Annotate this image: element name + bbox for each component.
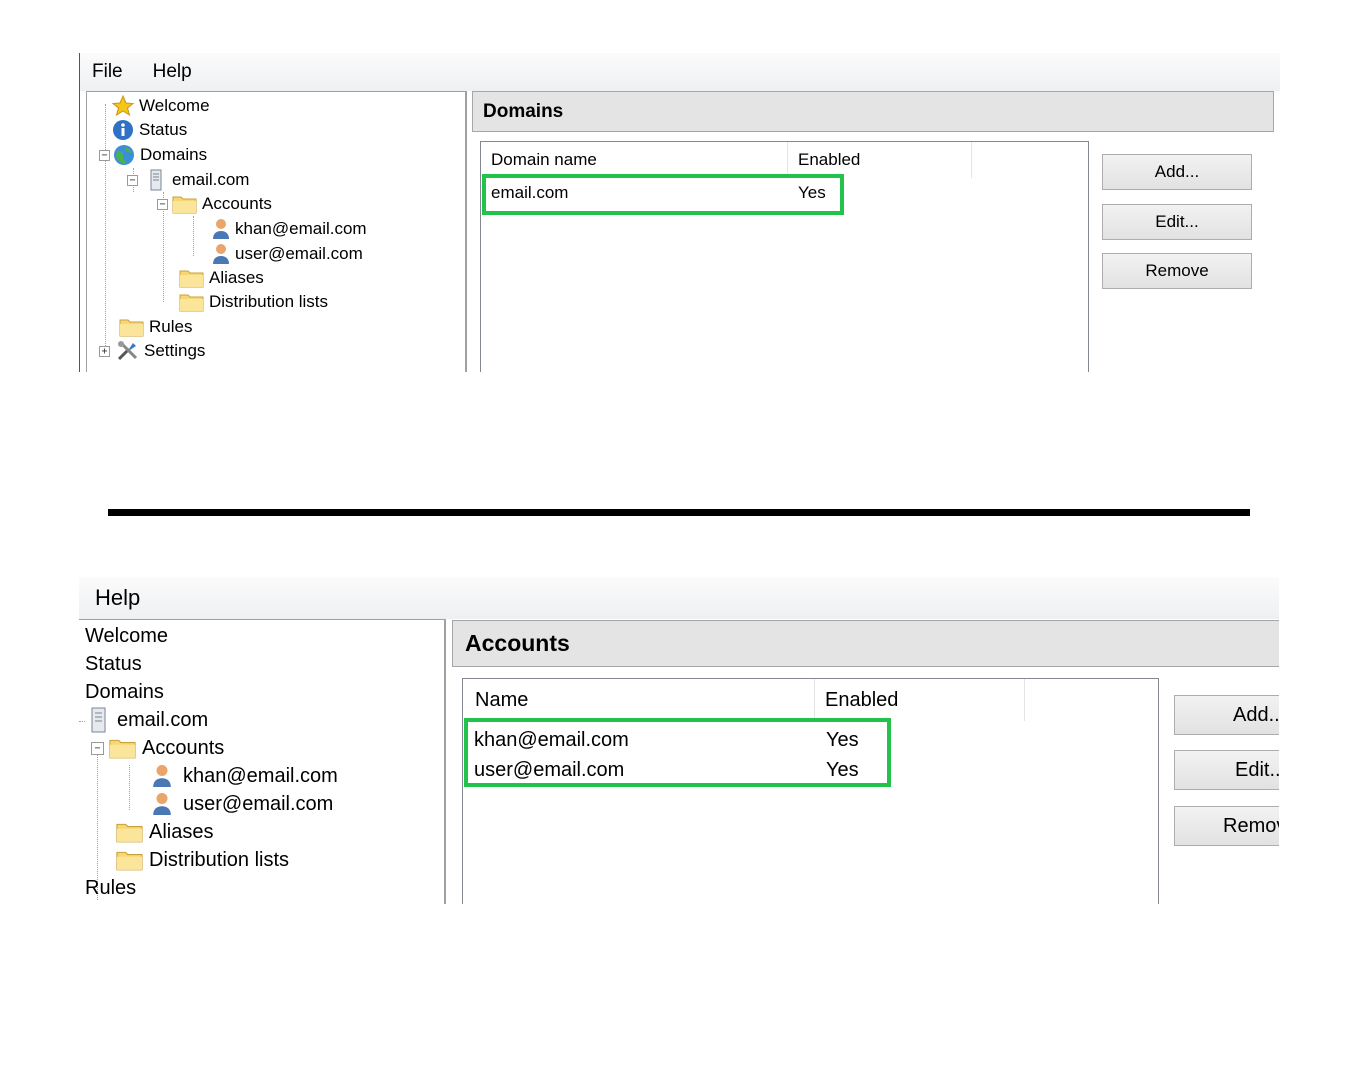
page-title: Accounts: [465, 630, 570, 656]
menu-bar: File Help: [80, 53, 1280, 91]
folder-icon: [116, 823, 143, 843]
navigation-tree: Welcome Status Domains email.com − Accou…: [79, 619, 446, 904]
tree-item-accounts[interactable]: − Accounts: [157, 192, 272, 216]
edit-button[interactable]: Edit...: [1174, 750, 1279, 790]
star-icon: [111, 94, 135, 117]
navigation-tree: Welcome Status − Domains − email.com − A…: [86, 91, 467, 372]
account-name-cell: user@email.com: [474, 758, 625, 781]
folder-icon: [172, 196, 197, 214]
tree-item-status[interactable]: Status: [111, 118, 187, 142]
panel-header: Domains: [472, 91, 1274, 132]
tree-item-cutoff: [127, 364, 147, 372]
folder-icon: [179, 270, 204, 288]
tree-item-email-com[interactable]: − email.com: [127, 168, 249, 192]
user-icon: [153, 765, 171, 787]
tree-item-user[interactable]: user@email.com: [211, 242, 363, 266]
tree-item-email-com[interactable]: email.com: [89, 706, 208, 734]
folder-icon: [119, 319, 144, 337]
server-icon: [150, 169, 162, 191]
user-icon: [213, 244, 229, 264]
enabled-cell: Yes: [826, 758, 859, 781]
domains-list[interactable]: Domain name Enabled email.com Yes: [480, 141, 1089, 372]
column-header-name[interactable]: Name: [463, 679, 815, 721]
server-icon: [91, 707, 106, 733]
expand-icon[interactable]: +: [99, 345, 110, 357]
top-screenshot: File Help Welcome Status − Domains − ema…: [79, 53, 1280, 372]
enabled-cell: Yes: [826, 728, 859, 751]
folder-icon: [179, 294, 204, 312]
tree-item-aliases[interactable]: Aliases: [115, 818, 213, 846]
user-icon: [153, 793, 171, 815]
tree-item-distribution-lists[interactable]: Distribution lists: [115, 846, 289, 874]
add-button[interactable]: Add...: [1174, 695, 1279, 735]
globe-icon: [114, 145, 134, 165]
tree-item-khan[interactable]: khan@email.com: [151, 762, 338, 790]
table-row[interactable]: user@email.com Yes: [474, 755, 894, 785]
menu-help[interactable]: Help: [79, 585, 152, 611]
tree-item-domains[interactable]: Domains: [85, 678, 164, 706]
folder-icon: [109, 739, 136, 759]
menu-file[interactable]: File: [80, 61, 135, 83]
separator-line: [108, 509, 1250, 516]
tools-icon: [117, 341, 138, 361]
tree-item-aliases[interactable]: Aliases: [179, 266, 264, 290]
page-title: Domains: [483, 100, 564, 122]
tree-item-distribution-lists[interactable]: Distribution lists: [179, 290, 328, 314]
enabled-cell: Yes: [798, 183, 826, 202]
user-icon: [213, 219, 229, 239]
bottom-screenshot: Help Welcome Status Domains email.com − …: [79, 577, 1279, 904]
table-row[interactable]: email.com Yes: [491, 178, 851, 208]
panel-header: Accounts: [452, 620, 1279, 667]
tree-item-domains[interactable]: − Domains: [99, 143, 207, 167]
collapse-icon[interactable]: −: [99, 149, 110, 161]
tree-item-accounts[interactable]: − Accounts: [91, 734, 224, 762]
menu-help[interactable]: Help: [135, 61, 204, 83]
info-icon: [113, 120, 133, 140]
table-row[interactable]: khan@email.com Yes: [474, 725, 894, 755]
add-button[interactable]: Add...: [1102, 154, 1252, 190]
menu-bar: Help: [79, 577, 1279, 619]
collapse-icon[interactable]: −: [91, 741, 104, 755]
accounts-list[interactable]: Name Enabled khan@email.com Yes user@ema…: [462, 678, 1159, 904]
account-name-cell: khan@email.com: [474, 728, 629, 751]
tree-item-rules[interactable]: Rules: [119, 315, 192, 339]
remove-button[interactable]: Remove: [1174, 806, 1279, 846]
column-header-domain-name[interactable]: Domain name: [481, 142, 788, 178]
collapse-icon[interactable]: −: [157, 198, 168, 210]
tree-item-welcome[interactable]: Welcome: [85, 622, 168, 650]
tree-item-settings[interactable]: + Settings: [99, 339, 205, 363]
utility-icon: [127, 370, 147, 372]
column-header-enabled[interactable]: Enabled: [815, 679, 1025, 721]
collapse-icon[interactable]: −: [127, 174, 138, 186]
tree-item-user[interactable]: user@email.com: [151, 790, 333, 818]
tree-item-welcome[interactable]: Welcome: [111, 94, 210, 118]
domain-name-cell: email.com: [491, 183, 569, 202]
edit-button[interactable]: Edit...: [1102, 204, 1252, 240]
remove-button[interactable]: Remove: [1102, 253, 1252, 289]
folder-icon: [116, 851, 143, 871]
tree-item-rules[interactable]: Rules: [85, 874, 136, 902]
tree-item-status[interactable]: Status: [85, 650, 142, 678]
column-header-enabled[interactable]: Enabled: [788, 142, 972, 178]
tree-item-khan[interactable]: khan@email.com: [211, 217, 367, 241]
